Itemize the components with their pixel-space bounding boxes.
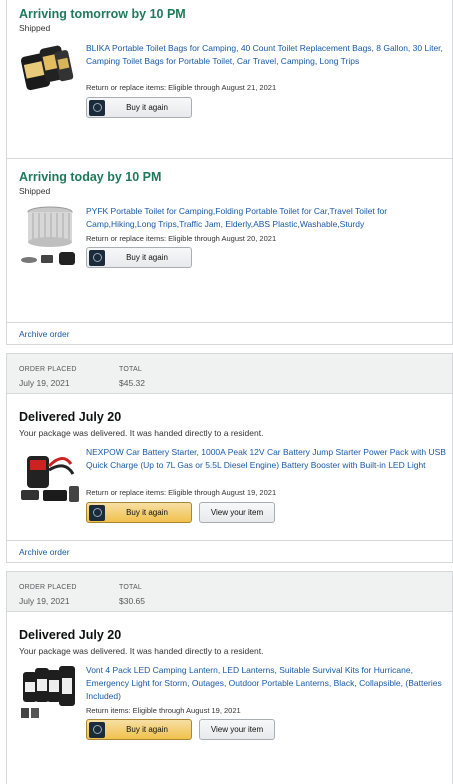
buy-again-thumb-icon [89, 721, 105, 738]
buy-again-button[interactable]: Buy it again [86, 502, 192, 523]
product-image-lanterns[interactable] [19, 664, 81, 722]
product-image-toilet-bags[interactable] [19, 42, 77, 94]
delivery-status: Arriving today by 10 PM [19, 170, 162, 184]
return-eligibility: Return items: Eligible through August 19… [86, 706, 241, 715]
jump-starter-image [21, 456, 79, 502]
return-eligibility: Return or replace items: Eligible throug… [86, 488, 277, 497]
buy-again-button[interactable]: Buy it again [86, 719, 192, 740]
archive-order-link[interactable]: Archive order [19, 547, 70, 557]
buy-again-label: Buy it again [126, 508, 168, 517]
order-header: ORDER PLACED July 19, 2021 TOTAL $30.65 [7, 572, 452, 612]
delivery-status: Delivered July 20 [19, 628, 122, 642]
buy-again-button[interactable]: Buy it again [86, 247, 192, 268]
view-item-label: View your item [210, 508, 264, 517]
toilet-bags-image [20, 45, 74, 91]
archive-divider [7, 322, 453, 323]
return-eligibility: Return or replace items: Eligible throug… [86, 83, 277, 92]
order-header: ORDER PLACED July 19, 2021 TOTAL $45.32 [7, 354, 452, 394]
delivery-substatus: Your package was delivered. It was hande… [19, 646, 264, 656]
buy-again-thumb-icon [89, 249, 105, 266]
shipment-1: Arriving tomorrow by 10 PM Shipped BLIKA… [7, 0, 453, 158]
order-total-label: TOTAL [119, 584, 142, 591]
order-card-c: ORDER PLACED July 19, 2021 TOTAL $30.65 … [6, 571, 453, 784]
buy-again-label: Buy it again [126, 103, 168, 112]
buy-again-thumb-icon [89, 99, 105, 116]
return-eligibility: Return or replace items: Eligible throug… [86, 234, 277, 243]
view-item-label: View your item [210, 725, 264, 734]
lanterns-image [21, 666, 75, 718]
item-title-link[interactable]: NEXPOW Car Battery Starter, 1000A Peak 1… [86, 446, 446, 472]
delivery-status: Delivered July 20 [19, 410, 122, 424]
item-title-link[interactable]: PYFK Portable Toilet for Camping,Folding… [86, 205, 446, 231]
order-card-b: ORDER PLACED July 19, 2021 TOTAL $45.32 … [6, 353, 453, 563]
item-title-link[interactable]: Vont 4 Pack LED Camping Lantern, LED Lan… [86, 664, 446, 703]
portable-toilet-image [21, 206, 75, 265]
order-card-a: Arriving tomorrow by 10 PM Shipped BLIKA… [6, 0, 453, 345]
shipment-2: Arriving today by 10 PM Shipped PYFK Por… [7, 159, 453, 322]
order-total-label: TOTAL [119, 366, 142, 373]
item-title-link[interactable]: BLIKA Portable Toilet Bags for Camping, … [86, 42, 446, 68]
order-placed-value: July 19, 2021 [19, 378, 70, 388]
buy-again-button[interactable]: Buy it again [86, 97, 192, 118]
buy-again-thumb-icon [89, 504, 105, 521]
buy-again-label: Buy it again [126, 725, 168, 734]
shipment-substatus: Shipped [19, 186, 51, 196]
order-placed-value: July 19, 2021 [19, 596, 70, 606]
order-placed-label: ORDER PLACED [19, 366, 77, 373]
archive-order-link[interactable]: Archive order [19, 329, 70, 339]
shipment-substatus: Shipped [19, 23, 51, 33]
delivery-substatus: Your package was delivered. It was hande… [19, 428, 264, 438]
view-item-button[interactable]: View your item [199, 502, 275, 523]
product-image-portable-toilet[interactable] [19, 204, 81, 270]
order-total-value: $30.65 [119, 596, 145, 606]
delivery-status: Arriving tomorrow by 10 PM [19, 7, 186, 21]
order-total-value: $45.32 [119, 378, 145, 388]
product-image-jump-starter[interactable] [19, 446, 81, 506]
view-item-button[interactable]: View your item [199, 719, 275, 740]
buy-again-label: Buy it again [126, 253, 168, 262]
order-placed-label: ORDER PLACED [19, 584, 77, 591]
archive-divider [7, 540, 453, 541]
